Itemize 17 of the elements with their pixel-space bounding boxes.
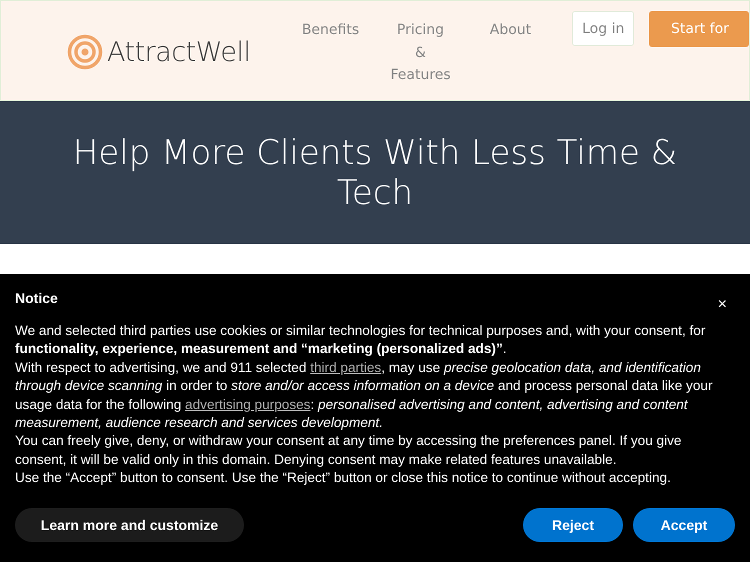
notice-button[interactable]: Accept [633,508,735,542]
notice-text: With respect to advertising, we and 911 selected third parties, may use precise geolocation data, and identification through device scanning in order to store and/or access information on a device and process personal data like your usage data for the following advertising purposes: personalised advertising and content, advertising and content measurement, audience research and services development. [15,358,714,432]
login-button[interactable]: Log in [572,11,634,46]
notice-button[interactable]: Learn more and customize [15,508,244,542]
notice-button[interactable]: Reject [523,508,623,542]
notice-text: Use the “Accept” button to consent. Use the “Reject” button or close this notice to continue without accepting. [15,469,672,488]
notice-title: Notice [15,290,58,306]
nav-link[interactable]: Benefits [280,19,380,86]
hero-title: Help More Clients With Less Time & Tech [72,132,678,212]
notice-link[interactable]: advertising purposes [185,396,310,412]
target-logo-icon [67,34,103,70]
nav-link[interactable]: Pricing & Features [380,19,460,86]
nav-link[interactable]: About [460,19,560,86]
notice-text: We and selected third parties use cookies or similar technologies for technical purposes and, with your consent, for functionality, experience, measurement and “marketing (personalized ads)”. [15,322,706,358]
brand-name[interactable]: AttractWell [107,36,250,68]
notice-link[interactable]: third parties [310,360,382,375]
notice-text: You can freely give, deny, or withdraw your consent at any time by accessing the preferences panel. If you give consent, it will be valid only in this domain. Denying consent may make related features unavailable. [15,432,682,469]
